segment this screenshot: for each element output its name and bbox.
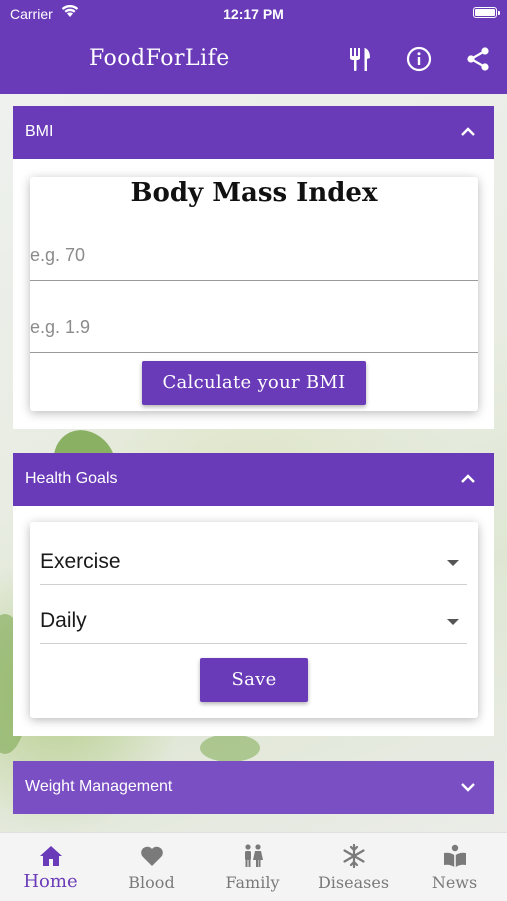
nav-item-diseases[interactable]: Diseases (303, 833, 404, 901)
bmi-panel-title: BMI (25, 123, 54, 140)
app-title: FoodForLife (89, 46, 230, 71)
home-icon (40, 846, 62, 866)
leaf-decoration (200, 734, 260, 762)
status-bar: Carrier 12:17 PM (0, 0, 507, 28)
chevron-down-icon (461, 783, 475, 792)
health-goals-panel-body: Exercise Daily Save (13, 506, 494, 736)
chevron-up-icon (461, 127, 475, 136)
nav-item-home[interactable]: Home (0, 833, 101, 901)
family-icon (245, 844, 263, 867)
dropdown-arrow-icon (447, 619, 459, 625)
frequency-select[interactable]: Daily (40, 597, 467, 644)
dropdown-arrow-icon (447, 560, 459, 566)
info-icon[interactable] (406, 46, 432, 72)
nav-label-news: News (431, 873, 478, 892)
app-bar: Carrier 12:17 PM FoodForLife (0, 0, 507, 94)
weight-management-panel-header[interactable]: Weight Management (13, 761, 494, 814)
bottom-navigation: Home Blood Family Diseases News (0, 832, 507, 901)
health-goals-card: Exercise Daily Save (30, 522, 478, 718)
height-field[interactable] (30, 302, 478, 353)
clock: 12:17 PM (223, 6, 284, 22)
nav-label-family: Family (225, 873, 280, 892)
weight-management-panel-title: Weight Management (25, 778, 173, 795)
nav-item-news[interactable]: News (404, 833, 505, 901)
book-icon (444, 844, 466, 867)
weight-input[interactable] (30, 230, 478, 280)
height-input[interactable] (30, 302, 478, 352)
nav-item-blood[interactable]: Blood (101, 833, 202, 901)
battery-icon (473, 7, 500, 18)
bmi-panel-body: Body Mass Index Calculate your BMI (13, 159, 494, 429)
bmi-panel-header[interactable]: BMI (13, 106, 494, 159)
heart-icon (141, 846, 163, 866)
save-button[interactable]: Save (200, 658, 308, 702)
restaurant-icon[interactable] (347, 46, 373, 72)
bmi-card-title: Body Mass Index (130, 178, 378, 208)
share-icon[interactable] (465, 46, 491, 72)
nav-label-home: Home (23, 871, 78, 892)
nav-label-diseases: Diseases (317, 873, 390, 892)
goal-select[interactable]: Exercise (40, 538, 467, 585)
chevron-up-icon (461, 474, 475, 483)
nav-item-family[interactable]: Family (202, 833, 303, 901)
goal-select-value: Exercise (40, 550, 121, 573)
bmi-card: Body Mass Index Calculate your BMI (30, 177, 478, 411)
calculate-bmi-button[interactable]: Calculate your BMI (142, 361, 366, 405)
weight-field[interactable] (30, 230, 478, 281)
frequency-select-value: Daily (40, 609, 87, 632)
health-goals-panel-title: Health Goals (25, 470, 118, 487)
snowflake-icon (343, 843, 365, 869)
health-goals-panel-header[interactable]: Health Goals (13, 453, 494, 506)
nav-label-blood: Blood (128, 873, 175, 892)
